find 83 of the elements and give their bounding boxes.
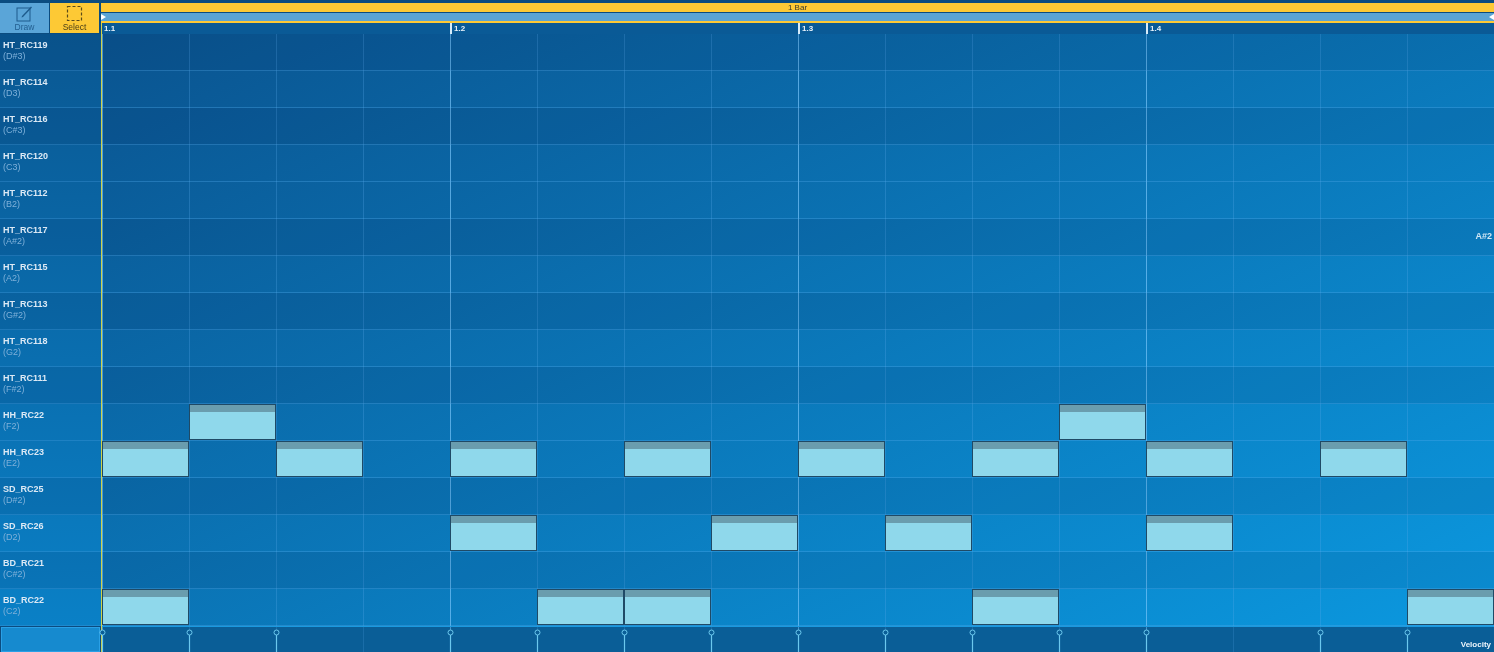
- velocity-marker[interactable]: [882, 629, 889, 652]
- midi-note[interactable]: [450, 441, 537, 477]
- midi-note[interactable]: [102, 589, 189, 625]
- velocity-marker[interactable]: [795, 629, 802, 652]
- instrument-name: HT_RC111: [3, 373, 48, 384]
- midi-note[interactable]: [624, 441, 711, 477]
- note-name: (D#2): [3, 495, 26, 506]
- velocity-marker[interactable]: [1404, 629, 1411, 652]
- instrument-name: SD_RC26: [3, 521, 44, 532]
- instrument-name: HH_RC22: [3, 410, 44, 421]
- midi-note[interactable]: [102, 441, 189, 477]
- note-name: (C#3): [3, 125, 26, 136]
- midi-note[interactable]: [972, 441, 1059, 477]
- note-name: (D#3): [3, 51, 26, 62]
- midi-note[interactable]: [624, 589, 711, 625]
- instrument-name: BD_RC21: [3, 558, 44, 569]
- instrument-name: HT_RC112: [3, 188, 48, 199]
- velocity-marker[interactable]: [273, 629, 280, 652]
- midi-note[interactable]: [972, 589, 1059, 625]
- midi-note[interactable]: [276, 441, 363, 477]
- midi-note[interactable]: [189, 404, 276, 440]
- velocity-marker[interactable]: [708, 629, 715, 652]
- instrument-name: HT_RC119: [3, 40, 48, 51]
- midi-note[interactable]: [885, 515, 972, 551]
- pencil-icon: [16, 5, 33, 22]
- note-lane[interactable]: [102, 589, 1494, 626]
- select-tool-button[interactable]: Select: [50, 3, 99, 33]
- midi-note[interactable]: [1320, 441, 1407, 477]
- instrument-name: SD_RC25: [3, 484, 44, 495]
- velocity-marker[interactable]: [1056, 629, 1063, 652]
- note-lane[interactable]: [102, 515, 1494, 552]
- note-lane[interactable]: [102, 441, 1494, 478]
- note-name: (F#2): [3, 384, 25, 395]
- note-lane[interactable]: A#2: [102, 219, 1494, 256]
- note-name: (E2): [3, 458, 20, 469]
- instrument-name: BD_RC22: [3, 595, 44, 606]
- note-name: (C#2): [3, 569, 26, 580]
- instrument-name: HT_RC118: [3, 336, 48, 347]
- hover-pitch-label: A#2: [1475, 231, 1492, 242]
- instrument-name: HT_RC115: [3, 262, 48, 273]
- draw-tool-button[interactable]: Draw: [0, 3, 49, 33]
- velocity-marker[interactable]: [186, 629, 193, 652]
- instrument-name: HH_RC23: [3, 447, 44, 458]
- midi-note[interactable]: [798, 441, 885, 477]
- note-name: (C2): [3, 606, 21, 617]
- beat-number: 1.3: [801, 23, 814, 34]
- velocity-marker[interactable]: [534, 629, 541, 652]
- note-name: (A#2): [3, 236, 25, 247]
- velocity-marker[interactable]: [621, 629, 628, 652]
- note-lane[interactable]: [102, 404, 1494, 441]
- note-name: (G2): [3, 347, 21, 358]
- instrument-name: HT_RC114: [3, 77, 48, 88]
- beat-number: 1.4: [1149, 23, 1162, 34]
- velocity-marker[interactable]: [99, 629, 106, 652]
- midi-note[interactable]: [1146, 515, 1233, 551]
- midi-note[interactable]: [450, 515, 537, 551]
- instrument-name: HT_RC117: [3, 225, 48, 236]
- note-name: (B2): [3, 199, 20, 210]
- note-name: (D3): [3, 88, 21, 99]
- midi-note[interactable]: [1407, 589, 1494, 625]
- note-name: (F2): [3, 421, 20, 432]
- midi-note[interactable]: [1059, 404, 1146, 440]
- instrument-name: HT_RC113: [3, 299, 48, 310]
- note-name: (G#2): [3, 310, 26, 321]
- velocity-marker[interactable]: [447, 629, 454, 652]
- instrument-name: HT_RC120: [3, 151, 49, 162]
- note-name: (C3): [3, 162, 21, 173]
- midi-note[interactable]: [1146, 441, 1233, 477]
- note-name: (D2): [3, 532, 21, 543]
- beat-number: 1.2: [453, 23, 466, 34]
- velocity-marker[interactable]: [1317, 629, 1324, 652]
- midi-note[interactable]: [537, 589, 624, 625]
- piano-roll-grid[interactable]: A#2: [102, 34, 1494, 626]
- end-marker-icon[interactable]: [1489, 14, 1494, 20]
- velocity-marker[interactable]: [1143, 629, 1150, 652]
- note-name: (A2): [3, 273, 20, 284]
- region-bar[interactable]: 1 Bar: [101, 3, 1494, 12]
- velocity-label: Velocity: [1460, 640, 1491, 650]
- beat-number: 1.1: [103, 23, 116, 34]
- velocity-marker[interactable]: [969, 629, 976, 652]
- dashed-square-icon: [66, 5, 83, 22]
- instrument-name: HT_RC116: [3, 114, 48, 125]
- midi-note[interactable]: [711, 515, 798, 551]
